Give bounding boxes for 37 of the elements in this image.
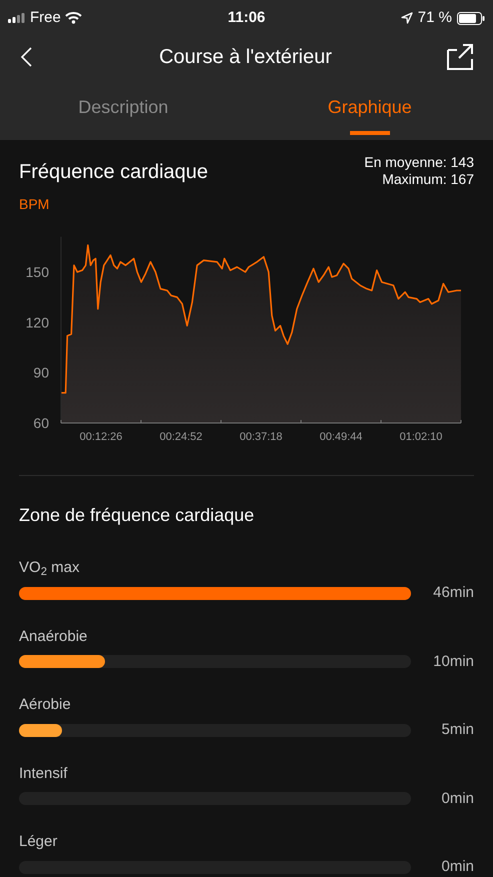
section-title: Fréquence cardiaque [19, 160, 208, 185]
y-tick-label: 90 [33, 364, 49, 381]
y-tick-label: 60 [33, 415, 49, 431]
y-tick-label: 150 [26, 264, 49, 280]
zone-label: Léger [19, 833, 58, 851]
share-button[interactable] [447, 44, 473, 70]
location-arrow-icon [400, 12, 413, 24]
x-tick-label: 00:12:26 [80, 431, 122, 443]
zone-label: Anaérobie [19, 628, 88, 646]
carrier-name: Free [30, 8, 61, 28]
average-text: En moyenne: 143 [364, 154, 474, 171]
x-tick-label: 00:24:52 [160, 431, 202, 443]
x-tick-label: 00:37:18 [240, 431, 282, 443]
maximum-text: Maximum: 167 [382, 171, 474, 188]
screen-title: Course à l'extérieur [158, 45, 333, 70]
zone-duration: 10min [433, 652, 474, 672]
zone-duration: 0min [441, 857, 474, 877]
back-icon [20, 47, 32, 67]
signal-icon [8, 13, 26, 23]
axis-unit-label: BPM [19, 195, 50, 214]
wifi-icon [64, 12, 82, 24]
x-tick-label: 01:02:10 [400, 431, 442, 443]
tab[interactable]: Graphique [246, 78, 493, 140]
x-tick-label: 00:49:44 [320, 431, 362, 443]
battery-icon [457, 12, 485, 24]
zone-duration: 5min [441, 720, 474, 740]
zone-label: Intensif [19, 764, 68, 782]
tab[interactable]: Description [0, 78, 246, 140]
battery-percent: 71 % [418, 8, 452, 28]
zone-label: VO$_{2}$ max [19, 559, 80, 577]
zone-duration: 0min [441, 788, 474, 808]
y-tick-label: 120 [26, 314, 49, 330]
zone-duration: 46min [433, 583, 474, 603]
section-title: Zone de fréquence cardiaque [19, 504, 254, 527]
status-time: 11:06 [226, 8, 266, 28]
zone-label: Aérobie [19, 696, 71, 714]
export-icon [447, 44, 473, 70]
